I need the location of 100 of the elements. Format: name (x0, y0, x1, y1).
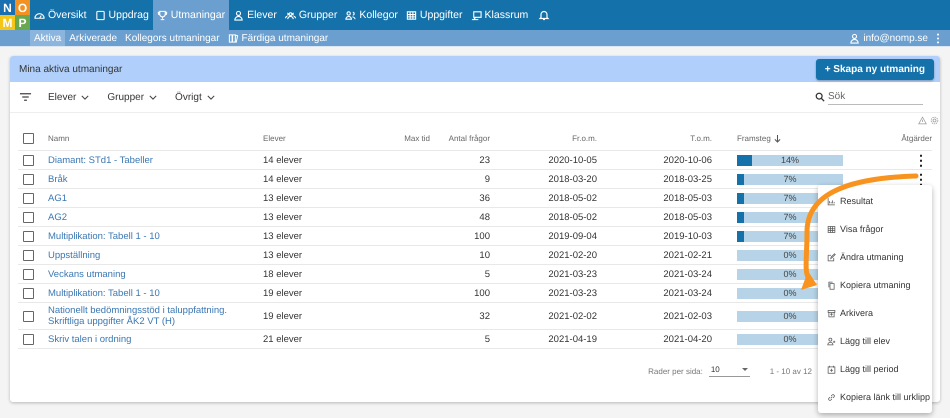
row-checkbox[interactable] (23, 230, 34, 242)
table-cell: 18 elever (263, 268, 302, 280)
caret-icon (742, 368, 748, 371)
nav-tab[interactable]: Uppgifter (402, 0, 467, 30)
row-checkbox[interactable] (23, 334, 34, 344)
progress-label: 0% (783, 310, 796, 322)
progress-label: 7% (783, 212, 796, 222)
table-cell: 2021-02-20 (548, 250, 597, 260)
warning-icon[interactable] (918, 116, 927, 125)
bar-chart-icon (827, 196, 836, 206)
challenge-link[interactable]: Nationellt bedömningsstöd i taluppfattning. Skriftliga uppgifter ÅK2 VT (H) (48, 303, 263, 329)
tablet-icon (94, 10, 106, 20)
people-icon (284, 10, 296, 20)
chevron-icon (81, 94, 90, 100)
user-account-link[interactable]: info@nomp.se (849, 30, 928, 46)
nav-tab[interactable]: Elever (229, 0, 281, 30)
menu-item[interactable]: Kopiera utmaning (818, 280, 932, 290)
rows-per-page-select[interactable]: 10 (708, 365, 750, 377)
rows-per-page-label: Rader per sida: (648, 366, 703, 376)
table-cell: 13 elever (263, 230, 302, 242)
challenge-link[interactable]: Veckans utmaning (48, 266, 126, 282)
bell-icon[interactable] (538, 9, 550, 21)
filter-dropdown[interactable]: Elever (48, 92, 90, 102)
table-cell: 2021-02-03 (663, 310, 712, 322)
menu-item[interactable]: Arkivera (818, 308, 932, 318)
menu-item[interactable]: Lägg till elev (818, 336, 932, 346)
filter-icon[interactable] (19, 92, 32, 102)
menu-item[interactable]: Ändra utmaning (818, 252, 932, 262)
row-checkbox[interactable] (23, 192, 34, 204)
nav-tab[interactable]: Översikt (30, 0, 91, 30)
nav-tab[interactable]: Uppdrag (90, 0, 153, 30)
grid-icon (827, 224, 836, 234)
column-header[interactable]: Framsteg (737, 134, 771, 142)
challenge-link[interactable]: Bråk (48, 172, 68, 186)
menu-item[interactable]: Lägg till period (818, 364, 932, 374)
archive-icon (827, 308, 836, 318)
table-cell: 13 elever (263, 212, 302, 222)
search-icon[interactable] (815, 92, 825, 102)
search-field[interactable]: Sök (828, 89, 923, 105)
challenge-link[interactable]: Multiplikation: Tabell 1 - 10 (48, 286, 160, 300)
table-cell: 2020-10-05 (548, 154, 597, 166)
more-icon[interactable]: ⋮ (914, 153, 928, 167)
challenge-link[interactable]: Multiplikation: Tabell 1 - 10 (48, 228, 160, 244)
table-cell: 2018-03-25 (663, 174, 712, 184)
row-checkbox[interactable] (23, 250, 34, 260)
row-checkbox[interactable] (23, 174, 34, 184)
challenge-link[interactable]: AG2 (48, 210, 68, 224)
menu-item[interactable]: Resultat (818, 196, 932, 206)
progress-label: 0% (783, 250, 796, 260)
table-cell: 100 (474, 230, 490, 242)
table-cell: 2021-04-20 (663, 334, 712, 344)
table-cell: 2018-05-03 (663, 192, 712, 204)
add-person-icon (827, 336, 836, 346)
nomp-logo[interactable]: N O M P (0, 0, 30, 30)
challenge-link[interactable]: Skriv talen i ordning (48, 332, 132, 346)
row-checkbox[interactable] (23, 154, 34, 166)
calendar-icon (827, 364, 836, 374)
progress-label: 14% (780, 154, 799, 166)
column-header: Åtgärder (901, 134, 932, 142)
filter-dropdown[interactable]: Grupper (107, 92, 158, 102)
nav-tab[interactable]: Utmaningar (152, 0, 230, 30)
books-icon (228, 32, 239, 44)
table-cell: 13 elever (263, 250, 302, 260)
trophy-icon (156, 10, 168, 20)
table-cell: 2018-05-02 (548, 212, 597, 222)
filter-dropdown[interactable]: Övrigt (175, 92, 215, 102)
challenge-link[interactable]: Diamant: STd1 - Tabeller (48, 152, 153, 168)
progress-label: 0% (783, 268, 796, 280)
settings-icon[interactable] (930, 116, 939, 125)
row-checkbox[interactable] (23, 288, 34, 298)
row-checkbox[interactable] (23, 212, 34, 222)
row-checkbox[interactable] (23, 268, 34, 280)
challenge-link[interactable]: AG1 (48, 190, 68, 206)
table-cell: 2021-03-24 (663, 288, 712, 298)
progress-label: 7% (783, 192, 796, 204)
table-cell: 2021-03-23 (548, 288, 597, 298)
table-cell: 2018-03-20 (548, 174, 597, 184)
column-header: Antal frågor (448, 134, 490, 142)
menu-item[interactable]: Visa frågor (818, 224, 932, 234)
subnav-tab[interactable]: Arkiverade (65, 30, 122, 46)
select-all-checkbox[interactable] (23, 132, 34, 144)
copy-icon (827, 280, 836, 290)
more-icon[interactable] (936, 32, 940, 44)
menu-item[interactable]: Kopiera länk till urklipp (818, 392, 932, 402)
sort-arrow-icon[interactable] (774, 134, 781, 142)
column-header: T.o.m. (690, 134, 712, 142)
challenge-link[interactable]: Uppställning (48, 248, 100, 262)
table-cell: 5 (484, 334, 490, 344)
subnav-tab[interactable]: Kollegors utmaningar (121, 30, 224, 46)
table-cell: 2021-03-23 (548, 268, 597, 280)
nav-tab[interactable]: Grupper (280, 0, 342, 30)
row-checkbox[interactable] (23, 310, 34, 322)
table-cell: 9 (484, 174, 490, 184)
subnav-tab[interactable]: Färdiga utmaningar (224, 30, 332, 46)
progress-label: 0% (783, 288, 796, 298)
create-challenge-button[interactable]: + Skapa ny utmaning (816, 58, 934, 80)
table-cell: 2019-09-04 (548, 230, 597, 242)
nav-tab[interactable]: Kollegor (341, 0, 402, 30)
nav-tab[interactable]: Klassrum (466, 0, 532, 30)
grid-icon (406, 10, 417, 20)
